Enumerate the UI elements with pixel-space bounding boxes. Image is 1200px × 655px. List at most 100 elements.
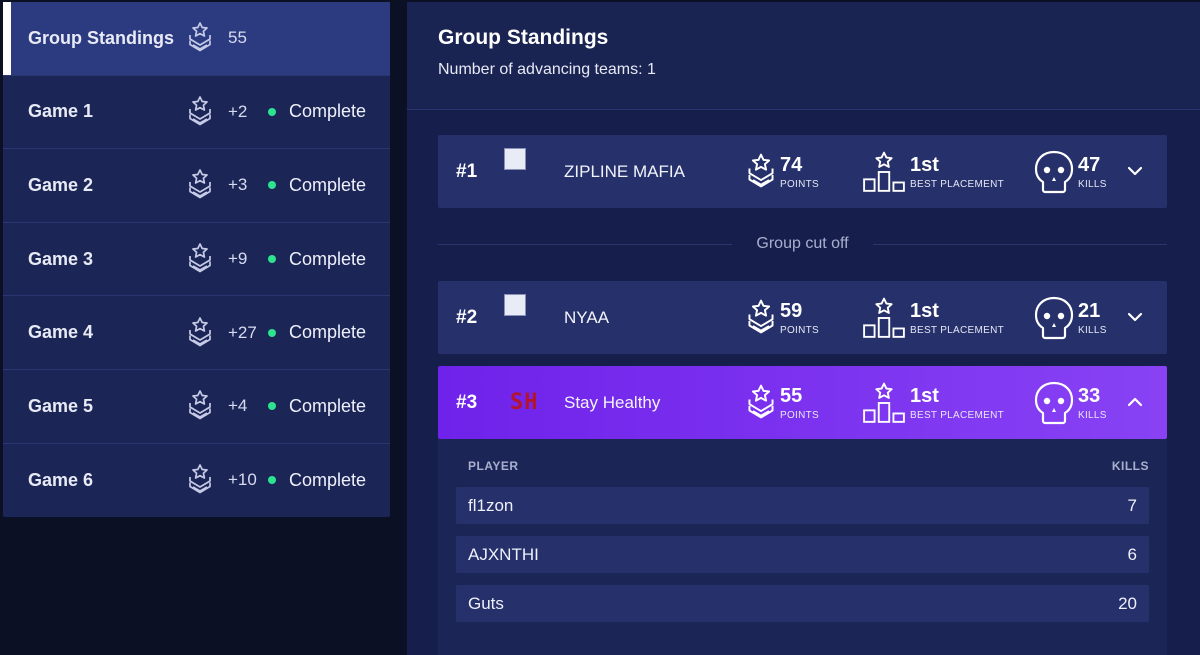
placement-label: BEST PLACEMENT — [910, 178, 1005, 190]
chevron-down-icon[interactable] — [1126, 308, 1144, 326]
sidebar-item-points: +9 — [228, 249, 248, 269]
status-badge: Complete — [268, 249, 366, 270]
placement-stat: 1st BEST PLACEMENT — [862, 293, 1004, 343]
team-row[interactable]: #1 ZIPLINE MAFIA 74 POINTS 1st BEST PLACEM… — [438, 135, 1167, 208]
table-row: fl1zon 7 — [456, 487, 1149, 524]
status-text: Complete — [289, 101, 367, 122]
sidebar-item-points: +3 — [228, 175, 248, 195]
rank-chevron-star-icon — [746, 381, 776, 425]
player-name: fl1zon — [468, 495, 514, 515]
player-name: AJXNTHI — [468, 544, 539, 564]
points-label: POINTS — [780, 409, 820, 421]
rank-chevron-star-icon — [187, 242, 213, 276]
player-kills: 7 — [1127, 495, 1137, 515]
status-text: Complete — [289, 469, 367, 490]
placement-value: 1st — [910, 384, 939, 407]
status-text: Complete — [289, 174, 367, 195]
placement-label: BEST PLACEMENT — [910, 409, 1005, 421]
skull-icon — [1034, 296, 1074, 340]
placement-value: 1st — [910, 153, 939, 176]
broken-image-icon — [504, 148, 526, 170]
team-name: ZIPLINE MAFIA — [564, 162, 685, 181]
sidebar-item-game-3[interactable]: Game 3 +9 Complete — [3, 223, 390, 297]
status-badge: Complete — [268, 175, 366, 196]
points-stat: 59 POINTS — [746, 293, 819, 343]
status-dot-icon — [268, 328, 276, 337]
sidebar-item-points: +10 — [228, 470, 257, 490]
skull-icon — [1034, 150, 1074, 194]
divider — [872, 243, 1168, 245]
rank-chevron-star-icon — [746, 150, 776, 194]
status-badge: Complete — [268, 322, 366, 343]
status-dot-icon — [268, 476, 276, 485]
player-name: Guts — [468, 593, 504, 613]
team-rank: #1 — [456, 161, 478, 182]
rank-chevron-star-icon — [187, 389, 213, 423]
status-badge: Complete — [268, 396, 366, 417]
kills-column-header: KILLS — [1111, 459, 1149, 473]
rank-chevron-star-icon — [746, 296, 776, 340]
kills-stat: 21 KILLS — [1034, 293, 1107, 343]
sidebar-item-label: Game 6 — [28, 469, 94, 490]
placement-label: BEST PLACEMENT — [910, 324, 1005, 336]
sidebar-item-game-6[interactable]: Game 6 +10 Complete — [3, 444, 390, 518]
rank-chevron-star-icon — [187, 168, 213, 202]
sidebar-item-label: Game 2 — [28, 174, 94, 195]
sidebar-item-points: +4 — [228, 396, 248, 416]
chevron-down-icon[interactable] — [1126, 162, 1144, 180]
points-label: POINTS — [780, 178, 820, 190]
sidebar-item-label: Group Standings — [28, 27, 174, 48]
sidebar-item-points: +27 — [228, 322, 257, 342]
sidebar-item-game-2[interactable]: Game 2 +3 Complete — [3, 149, 390, 223]
rank-chevron-star-icon — [187, 21, 213, 55]
divider — [438, 243, 733, 245]
status-dot-icon — [268, 402, 276, 411]
podium-icon — [862, 151, 906, 193]
players-table: PLAYER KILLS fl1zon 7 AJXNTHI 6 Guts 20 — [438, 439, 1167, 655]
page-title: Group Standings — [438, 26, 609, 49]
rank-chevron-star-icon — [187, 95, 213, 129]
kills-value: 33 — [1078, 384, 1101, 407]
placement-stat: 1st BEST PLACEMENT — [862, 378, 1004, 428]
kills-label: KILLS — [1078, 178, 1107, 190]
status-text: Complete — [289, 322, 367, 343]
team-name: Stay Healthy — [564, 393, 661, 412]
sidebar-item-label: Game 4 — [28, 322, 94, 343]
sidebar-item-points: +2 — [228, 101, 248, 121]
points-stat: 55 POINTS — [746, 378, 819, 428]
points-value: 55 — [780, 384, 803, 407]
team-row[interactable]: #2 NYAA 59 POINTS 1st BEST PLACEMENT 21 KIL… — [438, 281, 1167, 354]
broken-image-icon — [504, 294, 526, 316]
sidebar-item-label: Game 5 — [28, 395, 94, 416]
kills-stat: 47 KILLS — [1034, 147, 1107, 197]
player-kills: 20 — [1118, 593, 1137, 613]
sidebar-item-label: Game 1 — [28, 101, 94, 122]
sidebar-item-group-standings[interactable]: Group Standings 55 — [3, 2, 390, 76]
kills-value: 21 — [1078, 299, 1101, 322]
points-value: 59 — [780, 299, 803, 322]
sidebar-item-game-1[interactable]: Game 1 +2 Complete — [3, 76, 390, 150]
players-table-header: PLAYER KILLS — [468, 459, 1149, 473]
placement-stat: 1st BEST PLACEMENT — [862, 147, 1004, 197]
points-value: 74 — [780, 153, 803, 176]
team-logo: SH — [510, 390, 539, 415]
podium-icon — [862, 297, 906, 339]
status-dot-icon — [268, 107, 276, 116]
player-kills: 6 — [1127, 544, 1137, 564]
player-column-header: PLAYER — [468, 459, 519, 473]
skull-icon — [1034, 381, 1074, 425]
sidebar-item-game-5[interactable]: Game 5 +4 Complete — [3, 370, 390, 444]
sidebar-item-game-4[interactable]: Game 4 +27 Complete — [3, 296, 390, 370]
main-header: Group Standings Number of advancing team… — [407, 2, 1200, 110]
sidebar-item-points: 55 — [228, 28, 247, 48]
sidebar-item-label: Game 3 — [28, 248, 94, 269]
rank-chevron-star-icon — [187, 463, 213, 497]
team-row-expanded[interactable]: #3 SH Stay Healthy 55 POINTS 1st BEST PLAC… — [438, 366, 1167, 439]
status-badge: Complete — [268, 101, 366, 122]
status-text: Complete — [289, 395, 367, 416]
team-name: NYAA — [564, 308, 610, 327]
chevron-up-icon[interactable] — [1126, 393, 1144, 411]
kills-label: KILLS — [1078, 409, 1107, 421]
advancing-teams-text: Number of advancing teams: 1 — [438, 61, 656, 78]
points-stat: 74 POINTS — [746, 147, 819, 197]
